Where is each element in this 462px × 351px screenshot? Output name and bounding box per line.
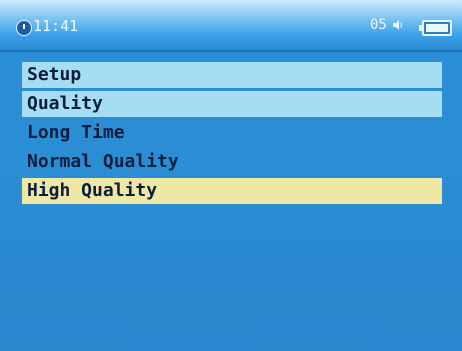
- clock-icon: [16, 20, 32, 36]
- menu-item-label: Normal Quality: [27, 151, 179, 172]
- speaker-icon: [393, 20, 402, 30]
- volume-level: 05: [370, 17, 387, 33]
- battery-level: [426, 24, 448, 32]
- menu-item-long-time[interactable]: Long Time: [22, 120, 442, 146]
- menu-header-setup: Setup: [22, 62, 442, 88]
- menu-header-label: Setup: [27, 64, 82, 85]
- clock-time: 11:41: [33, 17, 79, 35]
- status-bar: 11:41 05: [0, 0, 462, 52]
- menu-item-label: Long Time: [27, 122, 125, 143]
- menu-item-normal-quality[interactable]: Normal Quality: [22, 149, 442, 175]
- menu-header-label: Quality: [27, 93, 103, 114]
- menu-item-label: High Quality: [27, 180, 158, 201]
- menu-header-quality: Quality: [22, 91, 442, 117]
- menu-item-high-quality[interactable]: High Quality: [22, 178, 442, 204]
- device-screen: 11:41 05 Setup Quality Long Time Normal …: [0, 0, 462, 351]
- settings-menu: Setup Quality Long Time Normal Quality H…: [22, 62, 442, 207]
- battery-icon: [419, 20, 452, 36]
